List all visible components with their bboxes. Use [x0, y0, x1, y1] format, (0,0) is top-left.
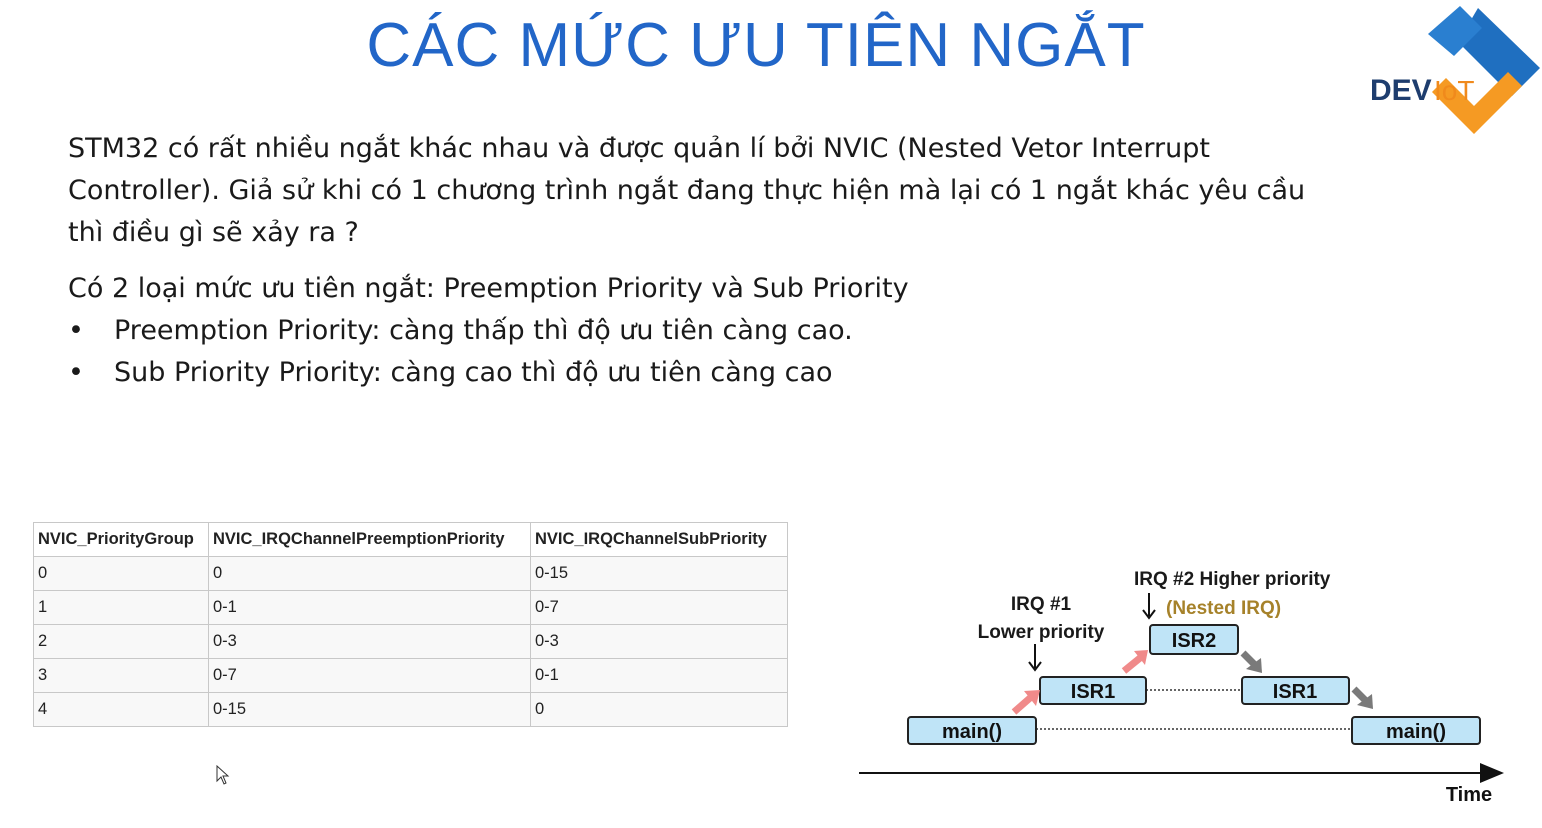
bullet-dot-icon: • [68, 357, 84, 388]
irq1-arrow-icon [1028, 644, 1042, 672]
cell-sub: 0-1 [530, 658, 788, 693]
cell-preemption: 0-15 [208, 692, 531, 727]
enter-isr2-arrow-icon [1121, 650, 1148, 674]
cell-group: 1 [33, 590, 209, 625]
header-sub-priority: NVIC_IRQChannelSubPriority [530, 522, 788, 557]
cell-group: 2 [33, 624, 209, 659]
slide-title: CÁC MỨC ƯU TIÊN NGẮT [366, 11, 1146, 80]
header-preemption-priority: NVIC_IRQChannelPreemptionPriority [208, 522, 531, 557]
table-row: 1 0-1 0-7 [33, 590, 788, 625]
bullet-text: Preemption Priority: càng thấp thì độ ưu… [114, 315, 853, 346]
table-header-row: NVIC_PriorityGroup NVIC_IRQChannelPreemp… [33, 522, 788, 557]
cell-preemption: 0 [208, 556, 531, 591]
isr2-label: ISR2 [1172, 630, 1216, 652]
priority-types-text: Có 2 loại mức ưu tiên ngắt: Preemption P… [68, 273, 909, 304]
irq2-arrow-icon [1142, 593, 1156, 620]
irq2-label: IRQ #2 Higher priority [1134, 569, 1331, 590]
isr1-label-start: ISR1 [1071, 681, 1115, 703]
table-row: 2 0-3 0-3 [33, 624, 788, 659]
irq1-label: IRQ #1 [1011, 594, 1072, 615]
mouse-cursor-icon [216, 765, 230, 785]
irq1-priority-label: Lower priority [978, 622, 1105, 643]
return-main-arrow-icon [1351, 686, 1373, 709]
priority-bullets: • Preemption Priority: càng thấp thì độ ư… [68, 310, 853, 394]
main-label-start: main() [942, 721, 1002, 743]
bullet-dot-icon: • [68, 315, 84, 346]
cell-sub: 0-3 [530, 624, 788, 659]
cell-group: 3 [33, 658, 209, 693]
header-priority-group: NVIC_PriorityGroup [33, 522, 209, 557]
enter-isr1-arrow-icon [1011, 690, 1040, 715]
cell-preemption: 0-3 [208, 624, 531, 659]
cell-preemption: 0-7 [208, 658, 531, 693]
isr1-label-resume: ISR1 [1273, 681, 1317, 703]
irq2-nested-note: (Nested IRQ) [1166, 598, 1281, 619]
table-row: 0 0 0-15 [33, 556, 788, 591]
time-axis-label: Time [1446, 784, 1492, 806]
bullet-subpriority: • Sub Priority Priority: càng cao thì độ … [68, 352, 853, 394]
bullet-text: Sub Priority Priority: càng cao thì độ ư… [114, 357, 833, 388]
logo-iot-text: IoT [1434, 75, 1474, 106]
cell-group: 0 [33, 556, 209, 591]
cell-preemption: 0-1 [208, 590, 531, 625]
intro-paragraph: STM32 có rất nhiều ngắt khác nhau và đượ… [68, 133, 1306, 248]
table-row: 3 0-7 0-1 [33, 658, 788, 693]
nested-interrupt-diagram: IRQ #2 Higher priority (Nested IRQ) IRQ … [859, 569, 1504, 806]
cell-sub: 0-15 [530, 556, 788, 591]
table-row: 4 0-15 0 [33, 692, 788, 727]
main-label-resume: main() [1386, 721, 1446, 743]
priority-group-table: NVIC_PriorityGroup NVIC_IRQChannelPreemp… [33, 522, 788, 727]
cell-group: 4 [33, 692, 209, 727]
return-isr1-arrow-icon [1240, 650, 1262, 673]
bullet-preemption: • Preemption Priority: càng thấp thì độ ư… [68, 310, 853, 352]
cell-sub: 0 [530, 692, 788, 727]
logo-dev-text: DEV [1370, 74, 1432, 107]
deviot-logo: DEV IoT [1370, 6, 1540, 134]
cell-sub: 0-7 [530, 590, 788, 625]
